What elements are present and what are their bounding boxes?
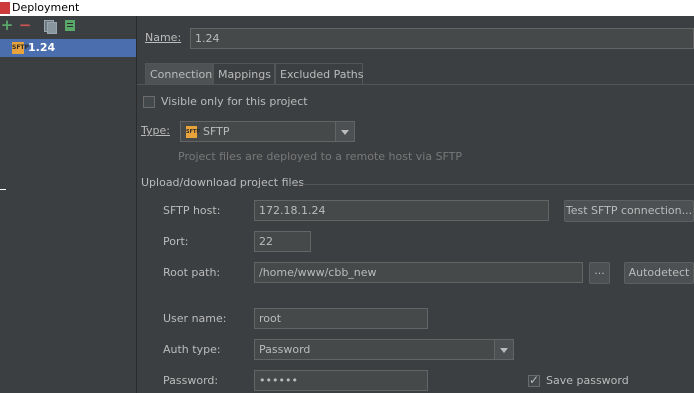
auth-type-label: Auth type: [163,343,221,356]
server-list-pane [0,16,137,393]
window-title: Deployment [12,1,80,14]
save-password-label: Save password [546,374,629,387]
server-list-item[interactable]: SFTP 1.24 [0,39,136,57]
chevron-down-icon [494,340,513,359]
type-label: Type: [141,124,170,137]
type-hint: Project files are deployed to a remote h… [178,150,463,163]
save-password-checkbox[interactable] [528,373,540,387]
splitter-marker [0,189,6,190]
user-name-input[interactable]: root [254,308,428,329]
autodetect-button[interactable]: Autodetect [624,262,694,284]
sftp-type-icon: SFTP [186,126,200,138]
type-value: SFTP [203,125,230,138]
add-server-button[interactable]: + [0,16,14,34]
auth-type-dropdown[interactable]: Password [254,339,514,360]
password-input[interactable]: •••••• [254,370,428,391]
browse-button[interactable]: ... [589,262,610,284]
root-path-input[interactable]: /home/www/cbb_new [254,262,583,283]
auth-type-value: Password [259,343,311,356]
port-input[interactable]: 22 [254,231,311,252]
set-default-button[interactable] [64,19,78,33]
test-connection-button[interactable]: Test SFTP connection... [564,200,694,222]
app-icon [0,2,10,14]
copy-server-button[interactable] [43,19,57,34]
tab-divider [137,84,694,85]
server-name-label: 1.24 [28,41,56,54]
sftp-server-icon: SFTP [12,42,29,54]
root-path-label: Root path: [163,266,221,279]
type-dropdown[interactable]: SFTP SFTP [180,121,355,142]
visible-only-checkbox[interactable] [143,96,155,108]
sftp-host-input[interactable]: 172.18.1.24 [254,200,549,221]
sftp-host-label: SFTP host: [163,204,221,217]
remove-server-button[interactable]: − [18,16,32,34]
tab-mappings[interactable]: Mappings [213,63,275,85]
tab-connection[interactable]: Connection [145,63,213,85]
tab-excluded-paths[interactable]: Excluded Paths [275,63,363,85]
name-label: Name: [145,31,182,44]
chevron-down-icon [335,122,354,141]
user-name-label: User name: [163,312,227,325]
password-label: Password: [163,374,219,387]
section-title: Upload/download project files [141,176,305,189]
plus-icon: + [0,16,14,34]
window-title-bar: Deployment [0,0,694,16]
name-input[interactable]: 1.24 [190,28,694,49]
section-divider [290,184,694,185]
minus-icon: − [18,16,32,34]
visible-only-label: Visible only for this project [161,95,308,108]
port-label: Port: [163,235,189,248]
